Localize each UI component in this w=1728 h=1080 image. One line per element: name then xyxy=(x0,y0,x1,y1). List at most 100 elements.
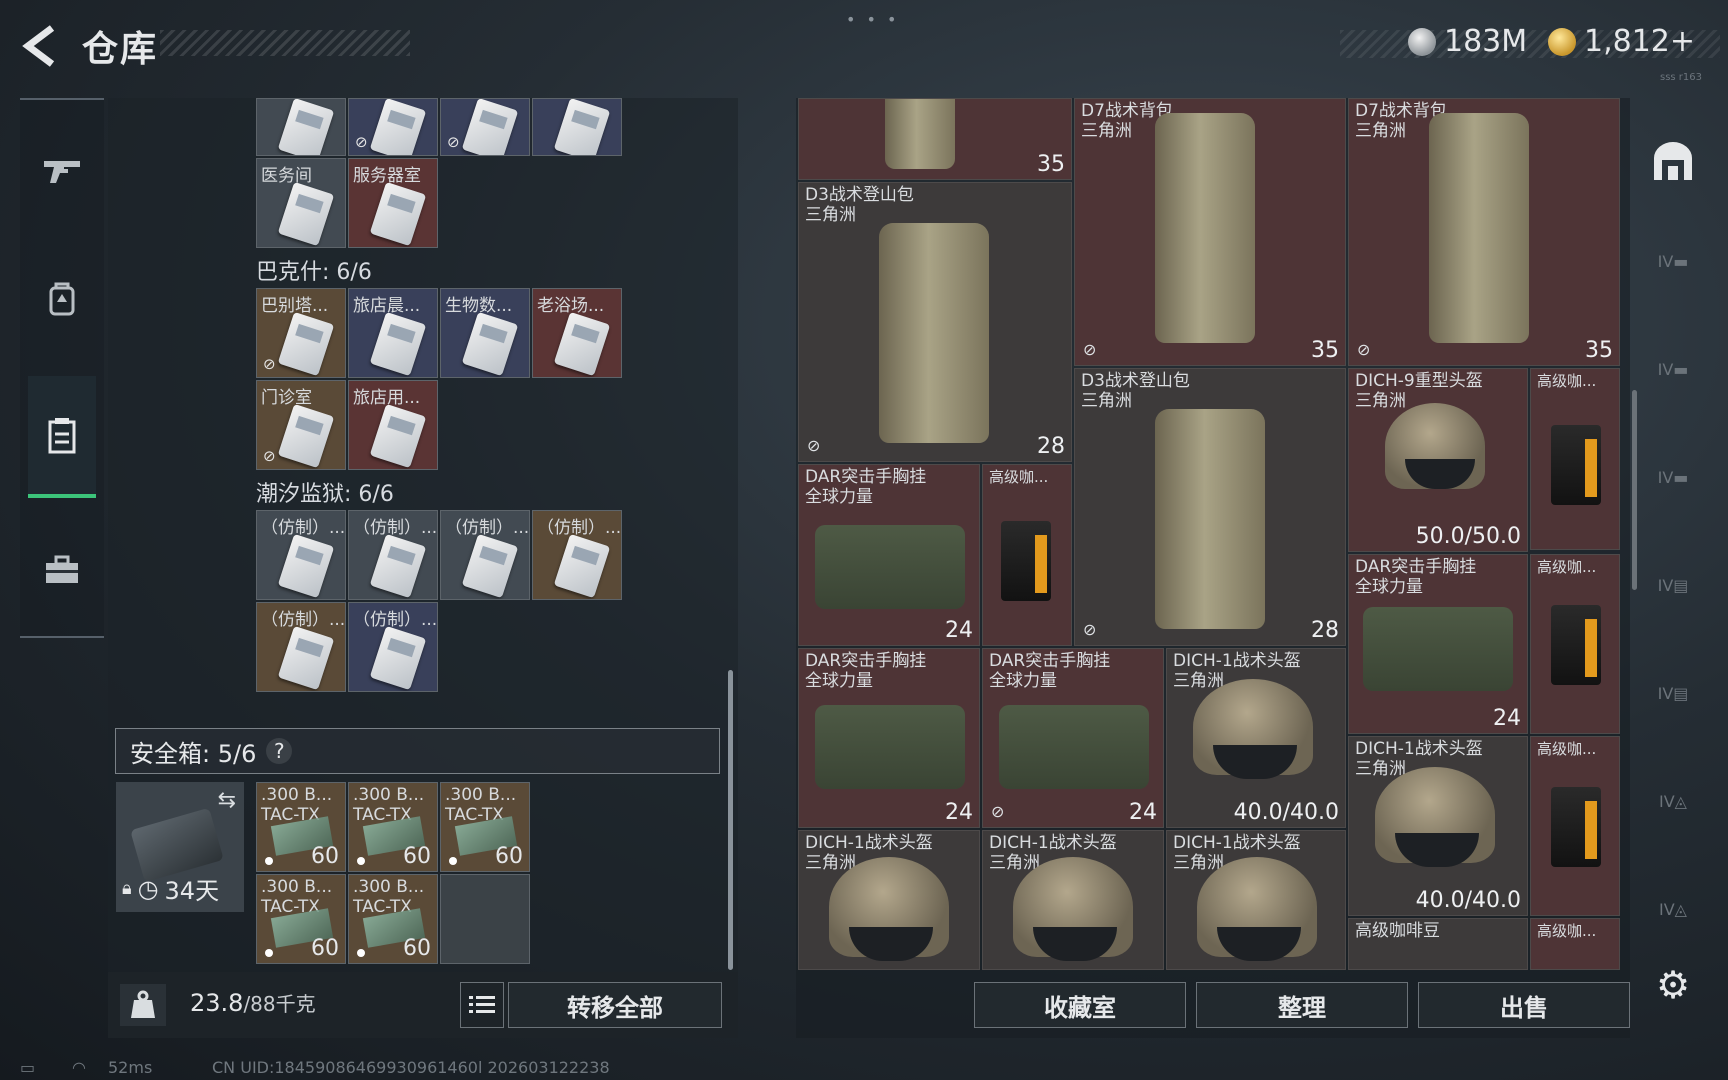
warehouse-item[interactable]: D3战术登山包 三角洲 ⊘ 28 xyxy=(1074,368,1346,646)
keycard-label: （仿制）... xyxy=(537,518,622,538)
equipment-tab-icon[interactable] xyxy=(30,260,94,340)
filter-backpack-icon[interactable]: IV ◬ xyxy=(1646,774,1700,828)
window-handle[interactable]: • • • xyxy=(846,10,899,29)
keycard-slot[interactable]: （仿制）... xyxy=(256,602,346,692)
keycard-slot[interactable]: 旅店用... xyxy=(348,380,438,470)
keycard-slot[interactable]: 老浴场... xyxy=(532,288,622,378)
toolbox-tab-icon[interactable] xyxy=(30,530,94,610)
warehouse-item[interactable]: DICH-1战术头盔 三角洲 xyxy=(798,830,980,970)
item-value: 28 xyxy=(1311,618,1339,643)
filter-smg-icon[interactable]: IV ▬ xyxy=(1646,342,1700,396)
warehouse-item[interactable]: DAR突击手胸挂 全球力量 24 xyxy=(798,648,980,828)
collection-room-button[interactable]: 收藏室 xyxy=(974,982,1186,1028)
page-title: 仓库 xyxy=(82,29,159,70)
weight-icon xyxy=(120,984,166,1026)
warehouse-item[interactable]: 高级咖... xyxy=(1530,554,1620,734)
keycard-slot[interactable]: 服务器室 xyxy=(348,158,438,248)
warehouse-tab-icon[interactable] xyxy=(28,376,96,498)
empty-slot[interactable] xyxy=(440,874,530,964)
warehouse-item[interactable]: DICH-1战术头盔 三角洲 40.0/40.0 xyxy=(1166,648,1346,828)
ammo-qty: 60 xyxy=(403,844,431,869)
warehouse-item[interactable]: 高级咖... xyxy=(1530,736,1620,916)
keycard-slot[interactable]: 生物数... xyxy=(440,288,530,378)
transfer-all-button[interactable]: 转移全部 xyxy=(508,982,722,1028)
keycard-label: （仿制）... xyxy=(261,610,346,630)
help-icon[interactable]: ? xyxy=(266,738,293,764)
silver-coin-icon xyxy=(1408,27,1436,56)
settings-gear-icon[interactable]: ⚙ xyxy=(1646,958,1700,1012)
item-name: DAR突击手胸挂 全球力量 xyxy=(805,651,927,691)
warehouse-item[interactable]: DAR突击手胸挂 全球力量 24 xyxy=(798,464,980,646)
filter-shotgun-icon[interactable]: IV ▬ xyxy=(1646,450,1700,504)
warehouse-item[interactable]: 高级咖... xyxy=(982,464,1072,646)
sell-button[interactable]: 出售 xyxy=(1418,982,1630,1028)
category-rail xyxy=(20,98,104,638)
keycard-slot[interactable]: 旅店晨... xyxy=(348,288,438,378)
ammo-slot[interactable]: .300 B... TAC-TX 60 xyxy=(256,782,346,872)
keycard-slot[interactable]: （仿制）... xyxy=(532,510,622,600)
status-bar: ▭ ◠ 52ms CN UID:18459086469930961460l 20… xyxy=(0,1058,1728,1080)
ammo-slot[interactable]: .300 B... TAC-TX 60 xyxy=(348,874,438,964)
item-value: 35 xyxy=(1585,338,1613,363)
sort-button[interactable]: 整理 xyxy=(1196,982,1408,1028)
item-name: 高级咖... xyxy=(1537,372,1597,390)
wifi-icon: ◠ xyxy=(72,1058,86,1077)
section-title-prison: 潮汐监狱: 6/6 xyxy=(256,482,394,507)
weapons-tab-icon[interactable] xyxy=(30,130,94,210)
keycard-slot[interactable]: 巴别塔... ⊘ xyxy=(256,288,346,378)
warehouse-item[interactable]: DICH-1战术头盔 三角洲 xyxy=(982,830,1164,970)
uid-text: CN UID:18459086469930961460l 20260312223… xyxy=(212,1058,610,1077)
warehouse-item[interactable]: D7战术背包 三角洲 ⊘ 35 xyxy=(1348,98,1620,366)
item-name: D3战术登山包 三角洲 xyxy=(1081,371,1190,411)
filter-vest-icon[interactable]: IV ▤ xyxy=(1646,558,1700,612)
warehouse-item[interactable]: 高级咖啡豆 xyxy=(1348,918,1528,970)
keycard-slot[interactable] xyxy=(532,98,622,156)
keycard-slot[interactable]: 门诊室 ⊘ xyxy=(256,380,346,470)
warehouse-item[interactable]: 高级咖... xyxy=(1530,368,1620,550)
ammo-slot[interactable]: .300 B... TAC-TX 60 xyxy=(440,782,530,872)
keycard-slot[interactable]: ⊘ xyxy=(348,98,438,156)
item-value: 24 xyxy=(945,800,973,825)
item-value: 24 xyxy=(1129,800,1157,825)
keycard-slot[interactable]: 医务间 xyxy=(256,158,346,248)
no-trade-icon: ⊘ xyxy=(1083,340,1097,359)
item-value: 24 xyxy=(1493,706,1521,731)
ammo-slot[interactable]: .300 B... TAC-TX 60 xyxy=(256,874,346,964)
warehouse-home-icon[interactable] xyxy=(1646,134,1700,188)
bottom-right-bar: 收藏室 整理 出售 xyxy=(796,972,1638,1038)
right-scrollbar[interactable] xyxy=(1632,390,1637,590)
ammo-label: .300 B... TAC-TX xyxy=(353,785,425,825)
back-icon[interactable] xyxy=(20,24,60,68)
warehouse-item[interactable]: DAR突击手胸挂 全球力量 24 xyxy=(1348,554,1528,734)
ammo-slot[interactable]: .300 B... TAC-TX 60 xyxy=(348,782,438,872)
keycard-slot[interactable]: （仿制）... xyxy=(440,510,530,600)
warehouse-item[interactable]: D3战术登山包 三角洲 ⊘ 28 xyxy=(798,182,1072,462)
tier-label: IV xyxy=(1657,359,1674,379)
warehouse-item[interactable]: DICH-1战术头盔 三角洲 40.0/40.0 xyxy=(1348,736,1528,916)
swap-icon[interactable]: ⇆ xyxy=(218,788,236,813)
warehouse-item[interactable]: 高级咖... xyxy=(1530,918,1620,970)
list-view-button[interactable] xyxy=(460,982,504,1028)
safe-box-label: 安全箱: 5/6 xyxy=(130,739,257,768)
warehouse-item[interactable]: DICH-1战术头盔 三角洲 xyxy=(1166,830,1346,970)
filter-rifle-icon[interactable]: IV ▬ xyxy=(1646,234,1700,288)
item-value: 40.0/40.0 xyxy=(1233,800,1339,825)
filter-rail: IV ▬ IV ▬ IV ▬ IV ▤ IV ▤ IV ◬ IV ◬ ⚙ xyxy=(1638,98,1708,1038)
warehouse-item[interactable]: 35 xyxy=(798,98,1072,180)
keycard-slot[interactable]: （仿制）... xyxy=(348,602,438,692)
warehouse-item[interactable]: D7战术背包 三角洲 ⊘ 35 xyxy=(1074,98,1346,366)
safe-box-slot[interactable]: ⇆ 🔒︎ ◷ 34天 xyxy=(116,782,244,912)
currency-silver-value: 183M xyxy=(1444,24,1528,59)
keycard-slot[interactable]: （仿制）... xyxy=(348,510,438,600)
filter-armor-icon[interactable]: IV ▤ xyxy=(1646,666,1700,720)
keycard-slot[interactable] xyxy=(256,98,346,156)
warehouse-item[interactable]: DICH-9重型头盔 三角洲 50.0/50.0 xyxy=(1348,368,1528,552)
filter-helmet-icon[interactable]: IV ◬ xyxy=(1646,882,1700,936)
left-scrollbar[interactable] xyxy=(728,670,733,970)
currency-gold[interactable]: 1,812+ xyxy=(1548,24,1695,59)
warehouse-item[interactable]: DAR突击手胸挂 全球力量 ⊘ 24 xyxy=(982,648,1164,828)
keycard-slot[interactable]: ⊘ xyxy=(440,98,530,156)
currency-silver[interactable]: 183M xyxy=(1408,24,1527,59)
keycard-slot[interactable]: （仿制）... xyxy=(256,510,346,600)
battery-icon: ▭ xyxy=(20,1058,36,1077)
